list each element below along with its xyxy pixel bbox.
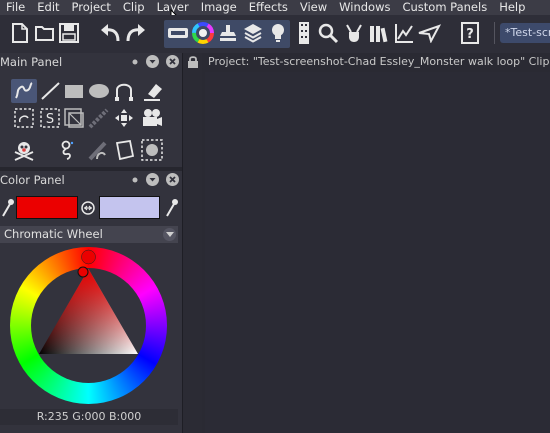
menu-file[interactable]: File — [0, 0, 31, 15]
menu-windows[interactable]: Windows — [333, 0, 396, 15]
rectangle-tool[interactable] — [61, 79, 87, 103]
library-icon[interactable] — [367, 21, 391, 45]
camera-tool[interactable] — [139, 106, 165, 130]
menu-bar: File Edit Project Clip Layer Image Effec… — [0, 0, 550, 15]
eyedropper-icon[interactable] — [164, 196, 178, 218]
line-tool[interactable] — [37, 79, 63, 103]
color-panel-header: Color Panel — [0, 171, 182, 188]
freehand-curve-tool[interactable] — [11, 79, 37, 103]
search-icon[interactable] — [316, 21, 340, 45]
send-icon[interactable] — [417, 21, 441, 45]
eyedropper-icon[interactable] — [0, 196, 14, 218]
lasso-select-tool[interactable] — [11, 106, 37, 130]
svg-text:?: ? — [466, 27, 474, 42]
panel-dot-icon[interactable] — [128, 55, 141, 68]
project-info-bar: Project: "Test-screenshot-Chad Essley_Mo… — [208, 55, 550, 68]
main-panel-header: Main Panel — [0, 53, 182, 70]
rope-tool[interactable] — [55, 138, 81, 162]
menu-clip[interactable]: Clip — [117, 0, 151, 15]
eraser-tool[interactable] — [140, 79, 166, 103]
lock-icon[interactable] — [187, 55, 199, 69]
chevron-down-icon — [163, 228, 176, 241]
toolbar-separator — [490, 21, 498, 45]
chart-icon[interactable] — [392, 21, 416, 45]
move-tool[interactable] — [111, 106, 137, 130]
color-mode-label: Chromatic Wheel — [4, 227, 103, 241]
toolbar: ? *Test-screenshot — [0, 15, 550, 53]
menu-image[interactable]: Image — [195, 0, 243, 15]
plugin-icon[interactable] — [342, 21, 366, 45]
vertical-splitter[interactable] — [182, 53, 202, 433]
color-panel-title: Color Panel — [0, 172, 65, 187]
help-icon[interactable]: ? — [458, 21, 482, 45]
color-mode-select[interactable]: Chromatic Wheel — [0, 226, 178, 243]
save-icon[interactable] — [57, 21, 81, 45]
menu-help[interactable]: Help — [493, 0, 531, 15]
primary-color-swatch[interactable] — [16, 196, 78, 219]
menu-view[interactable]: View — [294, 0, 333, 15]
menu-edit[interactable]: Edit — [31, 0, 65, 15]
dotted-select-tool[interactable] — [139, 138, 165, 162]
undo-icon[interactable] — [98, 21, 122, 45]
bezier-tool[interactable] — [111, 79, 137, 103]
brush-tool[interactable] — [86, 106, 112, 130]
smudge-tool[interactable] — [86, 138, 112, 162]
paper-tool[interactable] — [111, 138, 137, 162]
swap-colors-icon[interactable] — [81, 201, 95, 215]
svg-text:S: S — [46, 112, 54, 127]
panel-close-icon[interactable] — [166, 173, 179, 186]
film-strip-icon[interactable] — [292, 21, 316, 45]
redo-icon[interactable] — [124, 21, 148, 45]
new-document-icon[interactable] — [8, 21, 32, 45]
rgb-readout: R:235 G:000 B:000 — [0, 409, 178, 425]
menu-custom-panels[interactable]: Custom Panels — [396, 0, 493, 15]
layers-stack-icon[interactable] — [241, 21, 265, 45]
panel-close-icon[interactable] — [166, 55, 179, 68]
main-panel-title: Main Panel — [0, 54, 63, 69]
menu-project[interactable]: Project — [66, 0, 117, 15]
lightbulb-icon[interactable] — [266, 21, 290, 45]
secondary-color-swatch[interactable] — [99, 196, 160, 219]
open-folder-icon[interactable] — [33, 21, 57, 45]
menu-effects[interactable]: Effects — [243, 0, 294, 15]
transform-tool[interactable] — [61, 106, 87, 130]
panel-dot-icon[interactable] — [128, 173, 141, 186]
color-triangle[interactable] — [10, 247, 167, 404]
drawing-canvas[interactable] — [205, 72, 550, 433]
stamp-icon[interactable] — [216, 21, 240, 45]
panel-menu-icon[interactable] — [146, 55, 159, 68]
text-tool[interactable]: S — [37, 106, 63, 130]
layer-tool-icon[interactable] — [166, 21, 190, 45]
onion-skin-tool[interactable] — [11, 138, 37, 162]
color-wheel-icon[interactable] — [191, 21, 215, 45]
ellipse-tool[interactable] — [86, 79, 112, 103]
panel-menu-icon[interactable] — [146, 173, 159, 186]
document-tab[interactable]: *Test-screenshot — [500, 23, 550, 43]
